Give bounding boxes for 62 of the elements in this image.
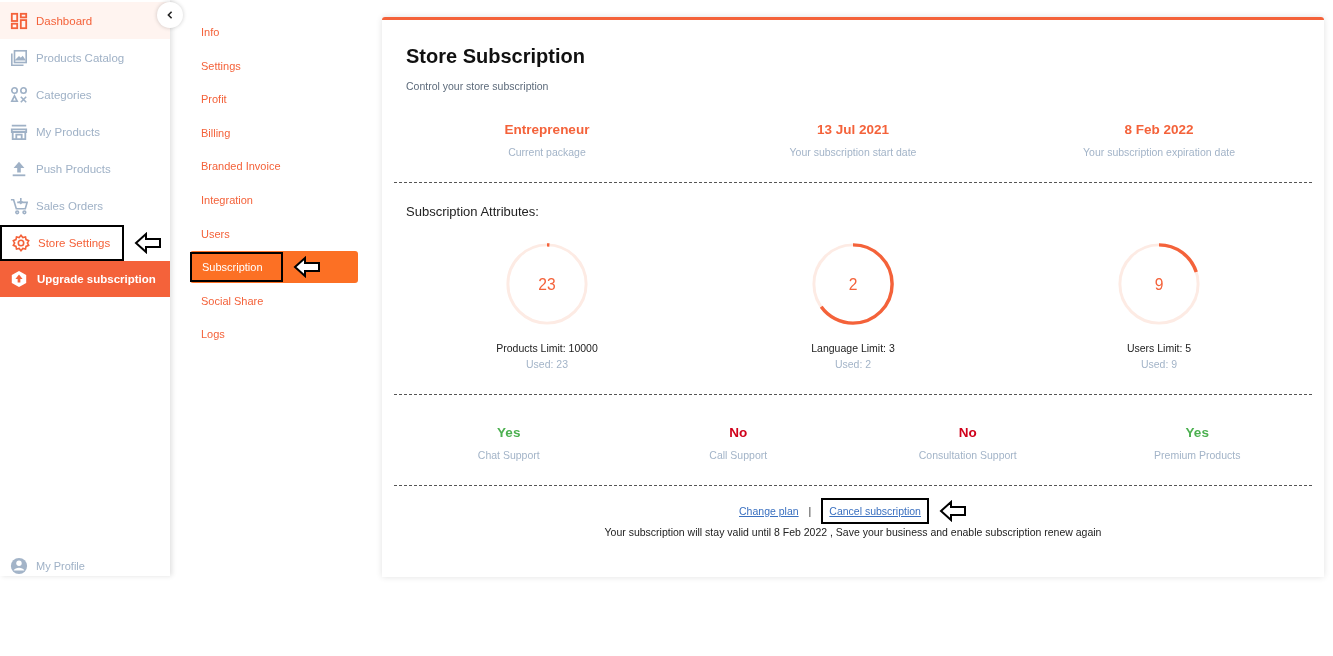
submenu-item[interactable]: Branded Invoice [201, 160, 281, 173]
submenu-item[interactable]: Users [201, 227, 230, 240]
card-title: Store Subscription [406, 45, 586, 68]
sidebar-item[interactable]: Products Catalog [0, 39, 150, 76]
feature-label: Call Support [709, 449, 768, 461]
feature-label: Consultation Support [918, 449, 1017, 461]
ring-count: 9 [1154, 275, 1164, 293]
left-arrow-icon [938, 500, 967, 522]
submenu-item[interactable]: Profit [201, 93, 227, 106]
sidebar-item[interactable]: My Products [0, 113, 150, 150]
image-icon [10, 48, 28, 67]
submenu-item[interactable]: Logs [201, 328, 225, 341]
summary-label: Your subscription start date [789, 146, 917, 158]
sidebar-item[interactable]: Sales Orders [0, 187, 150, 224]
collapse-button[interactable] [157, 2, 183, 28]
sidebar-item[interactable]: Categories [0, 76, 150, 113]
chevron-left-icon [166, 11, 174, 19]
summary-label: Your subscription expiration date [1083, 146, 1235, 158]
sidebar-item[interactable]: Dashboard [0, 2, 170, 39]
store-icon [10, 122, 28, 141]
limit-label: Language Limit: 3 [811, 342, 895, 354]
limit-label: Products Limit: 10000 [496, 342, 598, 354]
feature-value: Yes [1185, 425, 1209, 440]
summary-value: 8 Feb 2022 [1124, 122, 1194, 137]
limit-label: Users Limit: 5 [1126, 342, 1192, 354]
feature-value: Yes [497, 425, 521, 440]
submenu-item[interactable]: Info [201, 26, 220, 38]
sidebar-item[interactable]: Push Products [0, 150, 150, 187]
submenu-item[interactable]: Billing [201, 126, 231, 139]
link[interactable]: Change plan [739, 505, 799, 517]
used-label: Used: 2 [834, 358, 872, 370]
summary-label: Current package [508, 146, 586, 158]
upload-hexagon-icon [10, 270, 28, 288]
summary-value: Entrepreneur [504, 122, 590, 137]
left-arrow-icon [134, 231, 162, 254]
left-arrow-icon [292, 256, 321, 279]
submenu-item[interactable]: Social Share [201, 294, 264, 307]
validity-note: Your subscription will stay valid until 8 Feb 2022 , Save your business and enable subscription renew again [603, 526, 1103, 538]
feature-value: No [729, 425, 748, 440]
shapes-icon [10, 85, 28, 104]
cart-icon [10, 196, 28, 215]
used-label: Used: 9 [1140, 358, 1178, 370]
card-subtitle: Control your store subscription [406, 80, 550, 92]
summary-value: 13 Jul 2021 [816, 122, 890, 137]
ring-count: 2 [848, 275, 858, 293]
section-title: Subscription Attributes: [406, 204, 540, 219]
feature-label: Chat Support [477, 449, 540, 461]
dashboard-icon [10, 11, 28, 30]
gear-icon [12, 233, 30, 252]
profile-item[interactable]: My Profile [0, 556, 170, 576]
link-separator: | [808, 505, 812, 517]
used-label: Used: 23 [526, 358, 568, 370]
link[interactable]: Cancel subscription [821, 498, 929, 524]
ring-count: 23 [538, 275, 556, 293]
feature-value: No [958, 425, 977, 440]
submenu-item[interactable]: Settings [201, 59, 241, 72]
sidebar-item[interactable]: Store Settings [0, 224, 124, 261]
submenu-item[interactable]: Subscription [190, 252, 283, 283]
upgrade-button[interactable]: Upgrade subscription [0, 261, 170, 297]
feature-label: Premium Products [1154, 449, 1241, 461]
submenu-item[interactable]: Integration [201, 193, 253, 206]
upload-icon [10, 159, 28, 178]
